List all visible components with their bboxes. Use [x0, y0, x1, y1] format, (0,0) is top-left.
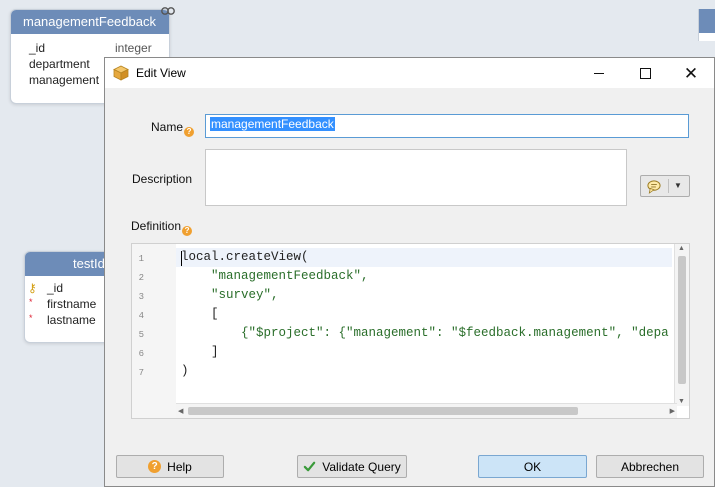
definition-code-editor[interactable]: 1 2 3 4 5 6 7 local.createView( "managem…: [131, 243, 690, 419]
link-icon: [161, 7, 175, 15]
scroll-left-icon[interactable]: ◀: [178, 407, 183, 415]
chevron-down-icon[interactable]: ▼: [674, 181, 682, 190]
code-line: local.createView(: [181, 250, 309, 264]
scrollbar-thumb[interactable]: [678, 256, 686, 384]
minimize-icon: [594, 72, 604, 74]
ok-button[interactable]: OK: [478, 455, 587, 478]
required-marker-icon: *: [29, 313, 33, 323]
insert-comment-button[interactable]: ▼: [640, 175, 690, 197]
field-name: _id: [47, 281, 64, 295]
horizontal-scrollbar[interactable]: ◀ ▶: [176, 403, 677, 418]
name-label: Name?: [151, 120, 195, 137]
field-name: lastname: [47, 313, 96, 327]
field-name: firstname: [47, 297, 97, 311]
field-name: management: [29, 73, 100, 87]
vertical-scrollbar[interactable]: ▲ ▼: [674, 244, 689, 406]
name-input-value: managementFeedback: [210, 117, 335, 131]
comment-icon: [647, 180, 661, 194]
validate-query-button[interactable]: Validate Query: [297, 455, 407, 478]
scroll-right-icon[interactable]: ▶: [670, 407, 675, 415]
required-marker-icon: *: [29, 297, 33, 307]
field-type: integer: [115, 41, 152, 55]
close-button[interactable]: ✕: [668, 58, 714, 88]
help-button[interactable]: ? Help: [116, 455, 224, 478]
separator: [668, 179, 669, 193]
title-bar[interactable]: Edit View ✕: [105, 58, 714, 88]
help-icon: ?: [148, 460, 162, 473]
cancel-button[interactable]: Abbrechen: [596, 455, 704, 478]
minimize-button[interactable]: [576, 58, 622, 88]
scrollbar-thumb[interactable]: [188, 407, 578, 415]
entity-field-row[interactable]: _id integer: [11, 40, 169, 56]
field-name: department: [29, 57, 90, 71]
edit-view-dialog: Edit View ✕ Name? managementFeedback Des…: [104, 57, 715, 487]
help-hint-icon: ?: [182, 226, 193, 236]
view-cube-icon: [113, 65, 129, 81]
help-hint-icon: ?: [184, 127, 195, 137]
code-viewport: local.createView( "managementFeedback", …: [132, 244, 677, 406]
entity-card-partial[interactable]: [698, 9, 715, 41]
text-cursor: [181, 251, 182, 266]
code-line: {"$project": {"management": "$feedback.m…: [181, 326, 669, 340]
code-line: "survey",: [181, 288, 279, 302]
code-line: [: [181, 307, 219, 321]
close-icon: ✕: [683, 63, 699, 83]
checkmark-icon: [303, 461, 316, 472]
dialog-title: Edit View: [136, 66, 186, 80]
code-line: ]: [181, 345, 219, 359]
entity-title[interactable]: managementFeedback: [11, 10, 169, 34]
maximize-icon: [639, 67, 651, 79]
field-name: _id: [29, 41, 46, 55]
scroll-up-icon[interactable]: ▲: [678, 245, 685, 252]
description-textarea[interactable]: [205, 149, 627, 206]
maximize-button[interactable]: [622, 58, 668, 88]
scroll-down-icon[interactable]: ▼: [678, 398, 685, 405]
code-line: "managementFeedback",: [181, 269, 369, 283]
definition-label: Definition?: [131, 219, 193, 236]
description-label: Description: [132, 172, 193, 186]
name-input[interactable]: managementFeedback: [205, 114, 689, 138]
code-line: ): [181, 364, 189, 378]
